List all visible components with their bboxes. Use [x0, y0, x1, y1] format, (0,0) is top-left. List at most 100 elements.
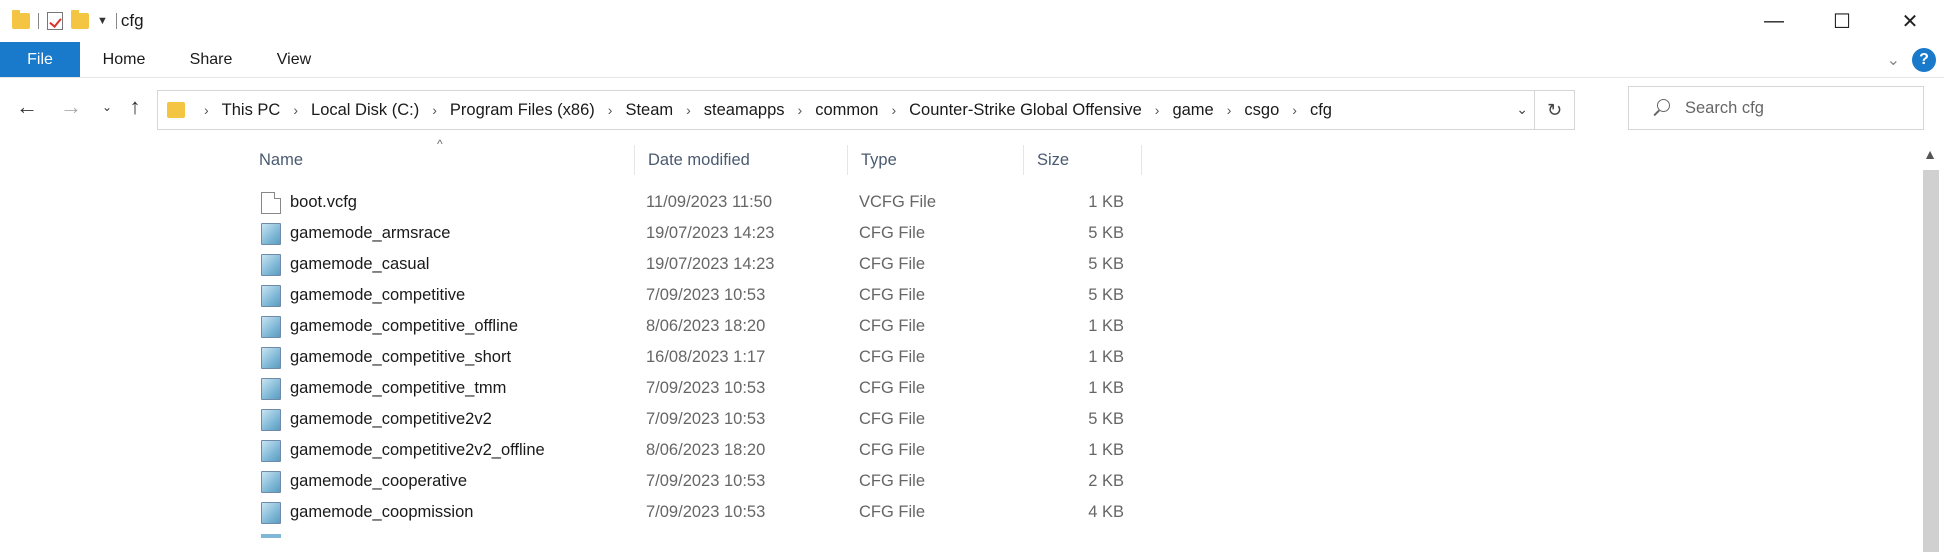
search-input[interactable]: Search cfg: [1628, 86, 1924, 130]
file-row[interactable]: gamemode_armsrace 19/07/2023 14:23 CFG F…: [259, 218, 1159, 249]
breadcrumb-item[interactable]: Program Files (x86): [450, 101, 595, 120]
breadcrumb-separator[interactable]: ›: [891, 102, 896, 118]
window-title: cfg: [120, 11, 144, 30]
breadcrumb-separator[interactable]: ›: [1227, 102, 1232, 118]
file-row[interactable]: gamemode_competitive_offline 8/06/2023 1…: [259, 311, 1159, 342]
breadcrumb-item[interactable]: This PC: [222, 101, 281, 120]
scroll-thumb[interactable]: [1923, 170, 1939, 552]
tab-view[interactable]: View: [254, 42, 334, 77]
up-button[interactable]: ↑: [120, 92, 150, 122]
file-date: 11/09/2023 11:50: [646, 193, 773, 211]
column-header-name[interactable]: ^ Name: [247, 137, 635, 175]
breadcrumb-item[interactable]: cfg: [1310, 101, 1332, 120]
minimize-button[interactable]: —: [1740, 0, 1808, 42]
file-date: 7/09/2023 10:53: [646, 286, 766, 304]
file-row[interactable]: gamemode_casual 19/07/2023 14:23 CFG Fil…: [259, 249, 1159, 280]
maximize-button[interactable]: ☐: [1808, 0, 1876, 42]
breadcrumb-separator[interactable]: ›: [293, 102, 298, 118]
file-name: gamemode_competitive_tmm: [290, 379, 507, 397]
breadcrumb-separator[interactable]: ›: [204, 102, 209, 118]
breadcrumb-separator[interactable]: ›: [798, 102, 803, 118]
forward-button[interactable]: →: [56, 92, 86, 122]
partial-file-row[interactable]: [261, 534, 281, 538]
file-type: CFG File: [859, 379, 925, 397]
file-type: CFG File: [859, 410, 925, 428]
file-date: 8/06/2023 18:20: [646, 441, 766, 459]
sort-ascending-icon: ^: [437, 137, 443, 151]
breadcrumb-separator[interactable]: ›: [432, 102, 437, 118]
search-placeholder: Search cfg: [1685, 98, 1764, 117]
cfg-file-icon: [261, 284, 281, 307]
breadcrumb-separator[interactable]: ›: [686, 102, 691, 118]
column-header-type[interactable]: Type: [848, 145, 1024, 175]
customize-toolbar-icon[interactable]: ▼: [97, 15, 108, 27]
back-button[interactable]: ←: [12, 92, 42, 122]
new-folder-icon[interactable]: [71, 10, 89, 29]
file-row[interactable]: gamemode_competitive 7/09/2023 10:53 CFG…: [259, 280, 1159, 311]
file-name: gamemode_coopmission: [290, 503, 474, 521]
scroll-up-button[interactable]: ▲: [1916, 140, 1944, 168]
cfg-file-icon: [261, 222, 281, 245]
recent-locations-button[interactable]: ⌄: [92, 92, 122, 122]
file-row[interactable]: gamemode_coopmission 7/09/2023 10:53 CFG…: [259, 497, 1159, 528]
cfg-file-icon: [261, 346, 281, 369]
file-name: gamemode_competitive: [290, 286, 466, 304]
column-header-label: Name: [259, 150, 304, 169]
breadcrumb-item[interactable]: Steam: [625, 101, 673, 120]
close-button[interactable]: ✕: [1876, 0, 1944, 42]
file-row[interactable]: gamemode_competitive_short 16/08/2023 1:…: [259, 342, 1159, 373]
column-header-size[interactable]: Size: [1024, 145, 1142, 175]
breadcrumb-separator[interactable]: ›: [608, 102, 613, 118]
file-row[interactable]: boot.vcfg 11/09/2023 11:50 VCFG File 1 K…: [259, 187, 1159, 218]
breadcrumb-separator[interactable]: ›: [1292, 102, 1297, 118]
breadcrumb-item[interactable]: Local Disk (C:): [311, 101, 419, 120]
file-type: CFG File: [859, 224, 925, 242]
file-type: CFG File: [859, 441, 925, 459]
breadcrumb-item[interactable]: game: [1172, 101, 1213, 120]
file-date: 19/07/2023 14:23: [646, 224, 775, 242]
properties-icon[interactable]: [47, 12, 63, 30]
column-header-date[interactable]: Date modified: [635, 145, 848, 175]
quick-access-toolbar: ▼: [0, 10, 117, 30]
breadcrumb-separator[interactable]: ›: [1155, 102, 1160, 118]
file-row[interactable]: gamemode_competitive_tmm 7/09/2023 10:53…: [259, 373, 1159, 404]
file-name: gamemode_casual: [290, 255, 430, 273]
tab-home[interactable]: Home: [80, 42, 168, 77]
column-header-row: ^ Name Date modified Type Size: [247, 137, 1142, 175]
help-icon[interactable]: ?: [1912, 48, 1936, 72]
file-name: gamemode_competitive_offline: [290, 317, 519, 335]
file-row[interactable]: gamemode_cooperative 7/09/2023 10:53 CFG…: [259, 466, 1159, 497]
breadcrumb-item[interactable]: steamapps: [704, 101, 785, 120]
toolbar-divider: [115, 13, 117, 29]
column-header-label: Size: [1037, 150, 1070, 169]
file-name: gamemode_cooperative: [290, 472, 468, 490]
file-size: 5 KB: [1088, 224, 1124, 242]
tab-share[interactable]: Share: [168, 42, 254, 77]
address-bar[interactable]: › This PC › Local Disk (C:) › Program Fi…: [157, 90, 1575, 130]
expand-ribbon-icon[interactable]: ⌄: [1887, 50, 1900, 70]
cfg-file-icon: [261, 315, 281, 338]
file-date: 7/09/2023 10:53: [646, 410, 766, 428]
file-name: gamemode_competitive2v2: [290, 410, 492, 428]
file-size: 4 KB: [1088, 503, 1124, 521]
breadcrumb-item[interactable]: Counter-Strike Global Offensive: [909, 101, 1142, 120]
address-dropdown-icon[interactable]: ⌄: [1516, 101, 1528, 118]
file-size: 1 KB: [1088, 379, 1124, 397]
file-type: CFG File: [859, 503, 925, 521]
column-header-label: Date modified: [648, 150, 750, 169]
breadcrumb-item[interactable]: common: [815, 101, 878, 120]
file-type: CFG File: [859, 317, 925, 335]
breadcrumb-item[interactable]: csgo: [1244, 101, 1279, 120]
file-size: 1 KB: [1088, 441, 1124, 459]
file-date: 19/07/2023 14:23: [646, 255, 775, 273]
folder-icon[interactable]: [12, 10, 30, 29]
refresh-button[interactable]: ↻: [1534, 91, 1574, 129]
ribbon-tabs: File Home Share View ⌄ ?: [0, 42, 1944, 78]
toolbar-divider: [38, 13, 39, 29]
column-header-label: Type: [861, 150, 897, 169]
vertical-scrollbar[interactable]: ▲: [1916, 140, 1944, 552]
file-row[interactable]: gamemode_competitive2v2 7/09/2023 10:53 …: [259, 404, 1159, 435]
breadcrumb: › This PC › Local Disk (C:) › Program Fi…: [191, 101, 1332, 120]
file-row[interactable]: gamemode_competitive2v2_offline 8/06/202…: [259, 435, 1159, 466]
tab-file[interactable]: File: [0, 42, 80, 77]
